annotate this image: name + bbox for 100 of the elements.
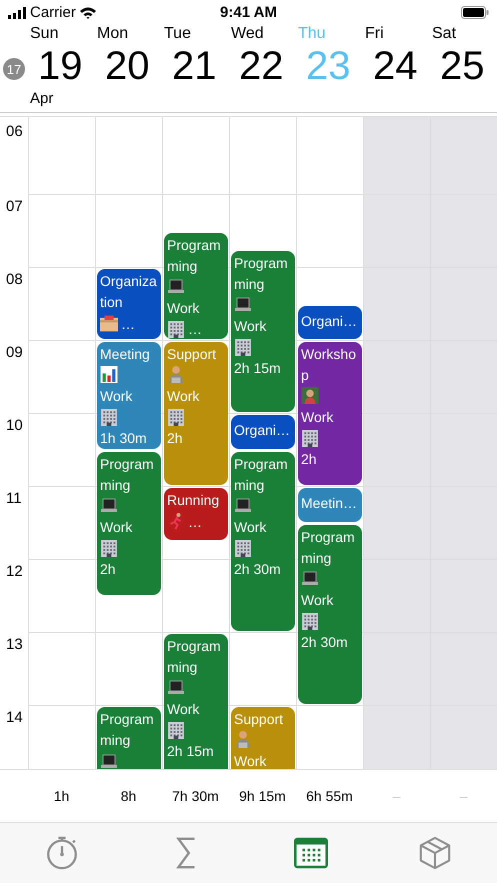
event-card[interactable]: Programming Work 2h 15m	[164, 634, 228, 769]
event-title: Organi…	[234, 421, 290, 440]
hour-label: 13	[6, 636, 23, 653]
laptop-icon	[301, 570, 319, 586]
day-total: 8h	[120, 788, 138, 804]
event-category: Work	[234, 518, 266, 536]
event-duration: 2h 30m	[234, 560, 281, 578]
event-category: Work	[100, 387, 132, 406]
office-building-icon	[167, 722, 185, 739]
weekday-label: Fri	[365, 25, 384, 43]
hour-label: 07	[6, 198, 23, 215]
event-card[interactable]: Running …	[164, 488, 228, 540]
event-duration: 2h	[167, 429, 183, 448]
more-indicator: …	[121, 314, 135, 332]
event-duration: 2h	[301, 450, 317, 469]
event-title: Programming	[234, 254, 289, 294]
office-building-icon	[234, 540, 252, 556]
event-title: Programming	[234, 454, 289, 495]
office-building-icon	[100, 409, 118, 426]
event-title: Running	[167, 491, 220, 510]
event-duration: 1h 30m	[100, 429, 147, 448]
hour-label: 09	[6, 344, 23, 361]
day-total: 9h 15m	[238, 788, 287, 804]
folder-icon	[100, 315, 118, 332]
date-number[interactable]: 25	[432, 43, 484, 89]
event-card[interactable]: Organi…	[298, 306, 362, 339]
event-category: Work	[167, 298, 200, 318]
date-number[interactable]: 21	[164, 43, 216, 89]
event-title: Workshop	[301, 345, 357, 385]
event-duration: 2h 15m	[167, 742, 214, 761]
hour-label: 10	[6, 417, 23, 434]
hour-label: 14	[6, 709, 23, 726]
month-label: Apr	[30, 89, 54, 109]
day-total: –	[458, 788, 468, 804]
event-card[interactable]: Programming Work 2h	[97, 452, 161, 594]
person-at-laptop-icon	[234, 731, 252, 748]
hour-label: 12	[6, 563, 23, 580]
event-card[interactable]: Support Work 2h	[164, 342, 228, 485]
event-card[interactable]: Organization …	[97, 269, 161, 339]
weekday-label: Tue	[164, 25, 191, 43]
teacher-icon	[301, 387, 319, 404]
event-title: Support	[167, 345, 216, 364]
event-title: Organization	[100, 272, 158, 312]
carrier-label: Carrier	[30, 4, 76, 21]
event-title: Programming	[301, 528, 356, 568]
office-building-icon	[301, 430, 319, 447]
event-duration: 2h 15m	[234, 358, 281, 378]
laptop-icon	[167, 679, 185, 696]
office-building-icon	[167, 320, 185, 338]
office-building-icon	[234, 338, 252, 356]
event-category: Work	[234, 316, 266, 336]
event-category: Work	[167, 700, 200, 719]
event-category: Work	[234, 752, 266, 769]
wifi-icon	[80, 6, 96, 19]
date-number[interactable]: 19	[30, 43, 82, 89]
day-total: 7h 30m	[171, 788, 220, 804]
calendar-icon	[294, 836, 328, 870]
event-card[interactable]: Programming Work 2h 30m	[231, 452, 295, 631]
event-title: Programming	[167, 236, 222, 276]
event-card[interactable]: Support Work	[231, 707, 295, 769]
date-number[interactable]: 22	[231, 43, 284, 89]
event-card[interactable]: Workshop Work 2h	[298, 342, 362, 485]
person-at-laptop-icon	[167, 366, 185, 383]
more-indicator: …	[188, 320, 202, 338]
event-title: Programming	[167, 637, 222, 677]
event-title: Organi…	[301, 312, 358, 331]
weekday-label: Mon	[97, 25, 128, 43]
event-title: Meeting	[100, 345, 150, 364]
laptop-icon	[167, 278, 185, 294]
event-duration: 2h	[100, 560, 116, 578]
event-title: Programming	[100, 710, 155, 750]
stopwatch-icon	[45, 836, 80, 870]
day-total: –	[392, 788, 402, 804]
event-card[interactable]: Programming	[97, 707, 161, 769]
weekday-label: Sat	[432, 25, 456, 43]
battery-icon	[461, 6, 489, 19]
event-category: Work	[301, 590, 334, 610]
hour-label: 06	[6, 123, 23, 140]
day-total: 1h	[52, 788, 70, 804]
event-card[interactable]: Programming Work 2h 30m	[298, 524, 362, 704]
date-number[interactable]: 20	[97, 43, 150, 89]
event-card[interactable]: Meetin…	[298, 488, 362, 522]
event-category: Work	[301, 408, 334, 427]
laptop-icon	[100, 753, 118, 769]
event-title: Meetin…	[301, 494, 358, 513]
event-card[interactable]: Programming Work …	[164, 232, 228, 339]
laptop-icon	[234, 296, 252, 313]
laptop-icon	[234, 496, 252, 514]
hour-label: 11	[6, 490, 22, 507]
event-category: Work	[167, 387, 200, 406]
event-title: Support	[234, 710, 284, 729]
cube-icon	[418, 836, 452, 870]
event-card[interactable]: Programming Work 2h 15m	[231, 250, 295, 412]
event-category: Work	[100, 518, 132, 536]
date-number[interactable]: 24	[365, 43, 418, 89]
event-card[interactable]: Organi…	[231, 415, 295, 448]
event-duration: 2h 30m	[301, 632, 348, 652]
weekday-label: Wed	[231, 25, 264, 43]
hour-label: 08	[6, 271, 23, 288]
bar-chart-icon	[100, 366, 118, 383]
